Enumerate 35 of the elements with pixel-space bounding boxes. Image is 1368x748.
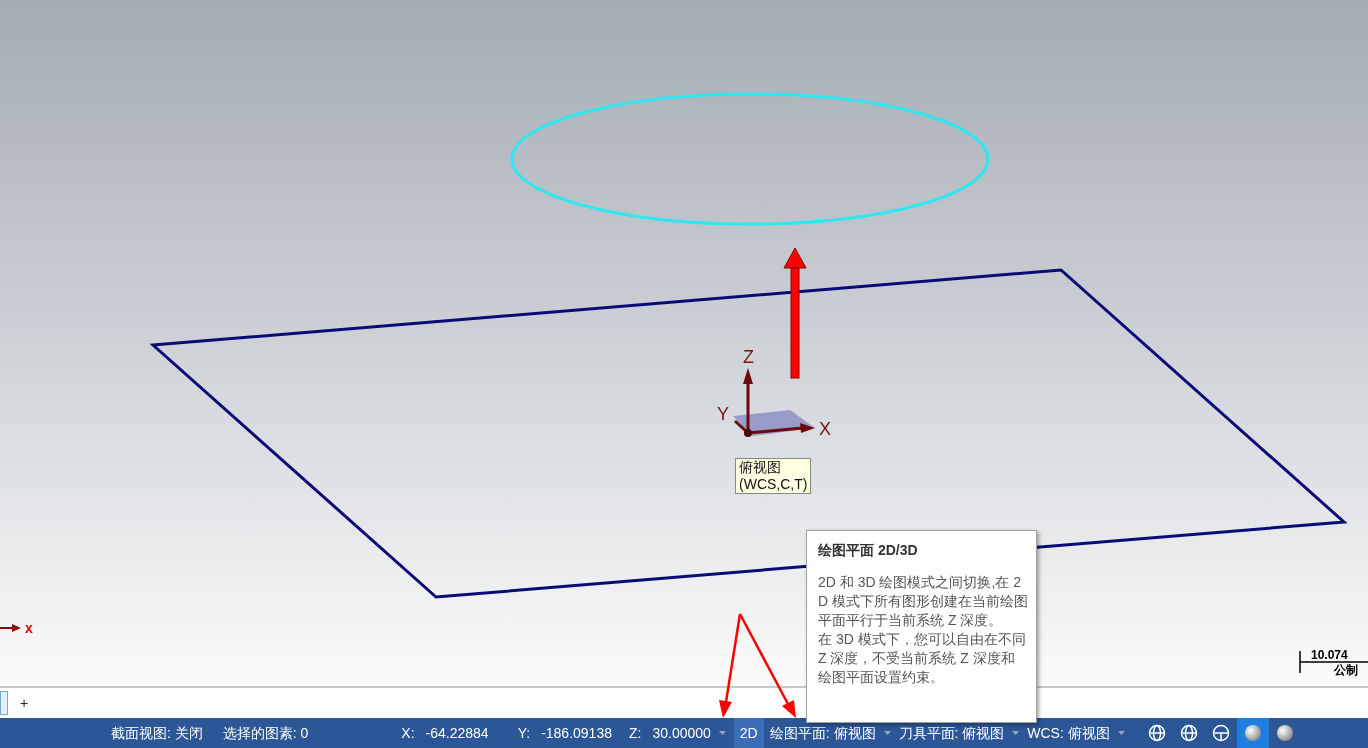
z-label: Z: [628, 723, 642, 743]
sphere-icon [1275, 724, 1294, 742]
x-coordinate: -64.22884 [425, 723, 489, 743]
view-label: 俯视图 (WCS,C,T) [735, 458, 812, 494]
wcs-selector[interactable]: WCS: 俯视图 [1027, 722, 1110, 744]
dropdown-caret-icon[interactable] [883, 731, 891, 735]
y-label: Y: [517, 723, 531, 743]
globe-icon [1211, 724, 1230, 742]
globe-icon [1147, 724, 1166, 742]
tooltip-paragraph: 在 3D 模式下，您可以自由在不同 Z 深度，不受当前系统 Z 深度和绘图平面设置约束。 [818, 630, 1027, 687]
tooltip-title: 绘图平面 2D/3D [818, 541, 919, 560]
dropdown-caret-icon[interactable] [718, 731, 726, 735]
add-tab-button[interactable]: + [20, 692, 29, 714]
x-label: X: [401, 723, 415, 743]
plane-mode-toggle[interactable]: 2D [733, 718, 764, 748]
y-coordinate: -186.09138 [541, 723, 612, 743]
z-coordinate: 30.00000 [652, 723, 711, 743]
sphere-icon [1243, 724, 1262, 742]
drawing-plane-selector[interactable]: 绘图平面: 俯视图 [769, 722, 876, 744]
selected-entities-count: 选择的图素: 0 [222, 723, 309, 743]
corner-axis-arrow [0, 624, 21, 632]
axis-label: X [819, 419, 831, 439]
dropdown-caret-icon[interactable] [1012, 731, 1020, 735]
axis-label: Z [743, 347, 754, 367]
scale-value: 10.074 [1311, 648, 1348, 662]
section-view-status[interactable]: 截面视图: 关闭 [111, 722, 203, 744]
scale-unit: 公制 [1334, 663, 1358, 677]
dropdown-caret-icon[interactable] [1117, 731, 1125, 735]
scale-bar-drawing [1299, 650, 1368, 674]
tooltip-paragraph: 2D 和 3D 绘图模式之间切换,在 2D 模式下所有图形创建在当前绘图平面平行于当前系统 Z 深度。 [818, 573, 1028, 630]
corner-axis-label: x [25, 620, 33, 636]
shaded-sphere-button[interactable] [1236, 718, 1269, 748]
globe-icon [1179, 724, 1198, 742]
axis-label: Y [717, 404, 729, 424]
tool-plane-selector[interactable]: 刀具平面: 俯视图 [898, 722, 1005, 744]
